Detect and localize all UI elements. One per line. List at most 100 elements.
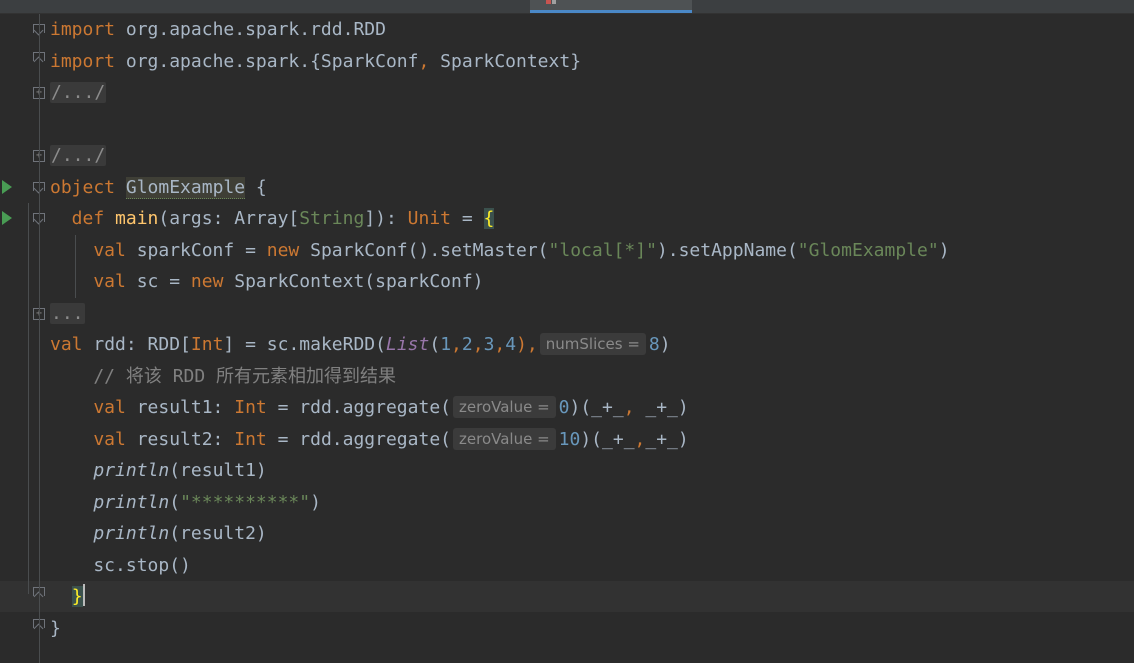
code-line[interactable]: val result1: Int = rdd.aggregate(zeroVal… — [0, 392, 1134, 423]
code-line[interactable]: val sc = new SparkContext(sparkConf) — [0, 266, 1134, 297]
code-token: ), — [516, 334, 538, 355]
code-token: Int — [190, 334, 224, 355]
code-token: rdd: RDD[ — [93, 334, 191, 355]
parameter-hint: numSlices = — [539, 333, 646, 355]
code-token: _+_) — [645, 428, 689, 450]
code-token: new — [266, 239, 311, 261]
code-token: val — [50, 334, 94, 355]
code-token: // 将该 RDD 所有元素相加得到结果 — [50, 365, 397, 387]
code-line[interactable]: // 将该 RDD 所有元素相加得到结果 — [0, 361, 1134, 392]
editor-tab-strip — [0, 0, 1134, 14]
code-line[interactable]: ... — [0, 298, 1134, 329]
code-line-text[interactable]: val sparkConf = new SparkConf().setMaste… — [50, 235, 950, 266]
code-token: SparkContext} — [429, 50, 582, 72]
code-token: SparkConf().setMaster( — [310, 239, 549, 261]
code-line-text[interactable]: /.../ — [50, 77, 107, 108]
code-token: import — [50, 19, 116, 40]
code-token: )(_+_ — [569, 397, 624, 418]
code-token: , — [623, 397, 635, 418]
code-token: sparkConf = — [136, 239, 267, 261]
code-token: sc = — [136, 271, 191, 292]
code-line-text[interactable]: object GlomExample { — [50, 172, 267, 203]
folded-region[interactable]: /.../ — [50, 82, 107, 103]
code-line[interactable]: /.../ — [0, 77, 1134, 108]
code-line[interactable]: println(result2) — [0, 518, 1134, 549]
code-token: result2: — [136, 428, 235, 450]
code-line-text[interactable]: val sc = new SparkContext(sparkConf) — [50, 266, 483, 297]
code-line-text[interactable]: // 将该 RDD 所有元素相加得到结果 — [50, 361, 396, 392]
code-token: )(_+_ — [580, 428, 635, 450]
code-line-text[interactable]: val rdd: RDD[Int] = sc.makeRDD(List(1,2,… — [50, 329, 671, 360]
code-token: GlomExample — [125, 176, 246, 199]
code-token: = rdd.aggregate( — [266, 428, 451, 450]
code-line-text[interactable]: /.../ — [50, 140, 107, 171]
text-caret — [82, 584, 85, 606]
code-token: Unit — [407, 208, 452, 229]
active-editor-tab[interactable] — [530, 0, 692, 13]
code-token: ) — [310, 491, 321, 513]
folded-region[interactable]: /.../ — [50, 145, 107, 166]
code-token: Int — [234, 428, 267, 450]
editor-gutter: +++ — [0, 0, 76, 663]
code-line[interactable]: } — [0, 613, 1134, 644]
code-line[interactable]: /.../ — [0, 140, 1134, 171]
code-line-text[interactable]: println(result2) — [50, 518, 266, 549]
file-type-icon — [552, 0, 556, 4]
code-line[interactable]: println(result1) — [0, 455, 1134, 486]
code-token: ) — [659, 334, 671, 355]
code-line-text[interactable]: sc.stop() — [50, 550, 191, 581]
code-token: 2 — [461, 334, 473, 355]
code-line[interactable]: import org.apache.spark.rdd.RDD — [0, 14, 1134, 45]
code-line[interactable]: val rdd: RDD[Int] = sc.makeRDD(List(1,2,… — [0, 329, 1134, 360]
code-token: println — [93, 491, 170, 513]
code-token: , — [418, 50, 430, 72]
parameter-hint: zeroValue = — [453, 427, 556, 450]
code-line-text[interactable]: import org.apache.spark.{SparkConf, Spar… — [50, 46, 581, 77]
run-gutter-icon[interactable] — [2, 179, 12, 194]
code-line-text[interactable]: def main(args: Array[String]): Unit = { — [50, 203, 495, 234]
code-line[interactable]: } — [0, 581, 1134, 612]
code-token: println — [93, 523, 170, 544]
folded-region[interactable]: ... — [50, 302, 85, 324]
code-token: List — [385, 334, 430, 355]
code-token: "local[*]" — [548, 239, 657, 261]
code-token: = — [451, 208, 484, 229]
code-line[interactable]: object GlomExample { — [0, 172, 1134, 203]
code-token: val — [50, 397, 137, 418]
code-token: 0 — [558, 397, 570, 418]
code-line-text[interactable]: println(result1) — [50, 455, 266, 486]
code-line[interactable]: println("**********") — [0, 487, 1134, 518]
code-token: val — [50, 271, 137, 292]
code-token: } — [71, 586, 83, 607]
code-line-text[interactable]: } — [50, 613, 61, 644]
code-token: } — [50, 617, 61, 639]
code-line[interactable]: val result2: Int = rdd.aggregate(zeroVal… — [0, 424, 1134, 455]
code-line-text[interactable]: } — [50, 581, 85, 612]
run-gutter-icon[interactable] — [2, 211, 12, 225]
code-line-text[interactable]: val result2: Int = rdd.aggregate(zeroVal… — [50, 424, 689, 455]
code-token: new — [190, 271, 235, 292]
code-token: 4 — [505, 334, 517, 355]
code-token: ) — [938, 239, 950, 261]
code-line-text[interactable]: println("**********") — [50, 487, 321, 518]
code-token: 8 — [648, 334, 660, 355]
code-token: String — [299, 208, 365, 229]
code-token: , — [451, 334, 462, 355]
code-token: , — [634, 428, 646, 450]
code-line[interactable]: sc.stop() — [0, 550, 1134, 581]
code-line[interactable]: val sparkConf = new SparkConf().setMaste… — [0, 235, 1134, 266]
code-line[interactable]: def main(args: Array[String]): Unit = { — [0, 203, 1134, 234]
code-token: 10 — [558, 428, 581, 450]
code-line-text[interactable]: import org.apache.spark.rdd.RDD — [50, 14, 386, 45]
code-line[interactable]: import org.apache.spark.{SparkConf, Spar… — [0, 46, 1134, 77]
code-token: org.apache.spark.rdd.RDD — [115, 19, 386, 40]
code-line-text[interactable]: ... — [50, 298, 85, 329]
code-token: org.apache.spark.{SparkConf — [115, 50, 419, 72]
code-line[interactable] — [0, 109, 1134, 140]
code-token: println — [93, 460, 170, 481]
code-line-text[interactable]: val result1: Int = rdd.aggregate(zeroVal… — [50, 392, 689, 423]
